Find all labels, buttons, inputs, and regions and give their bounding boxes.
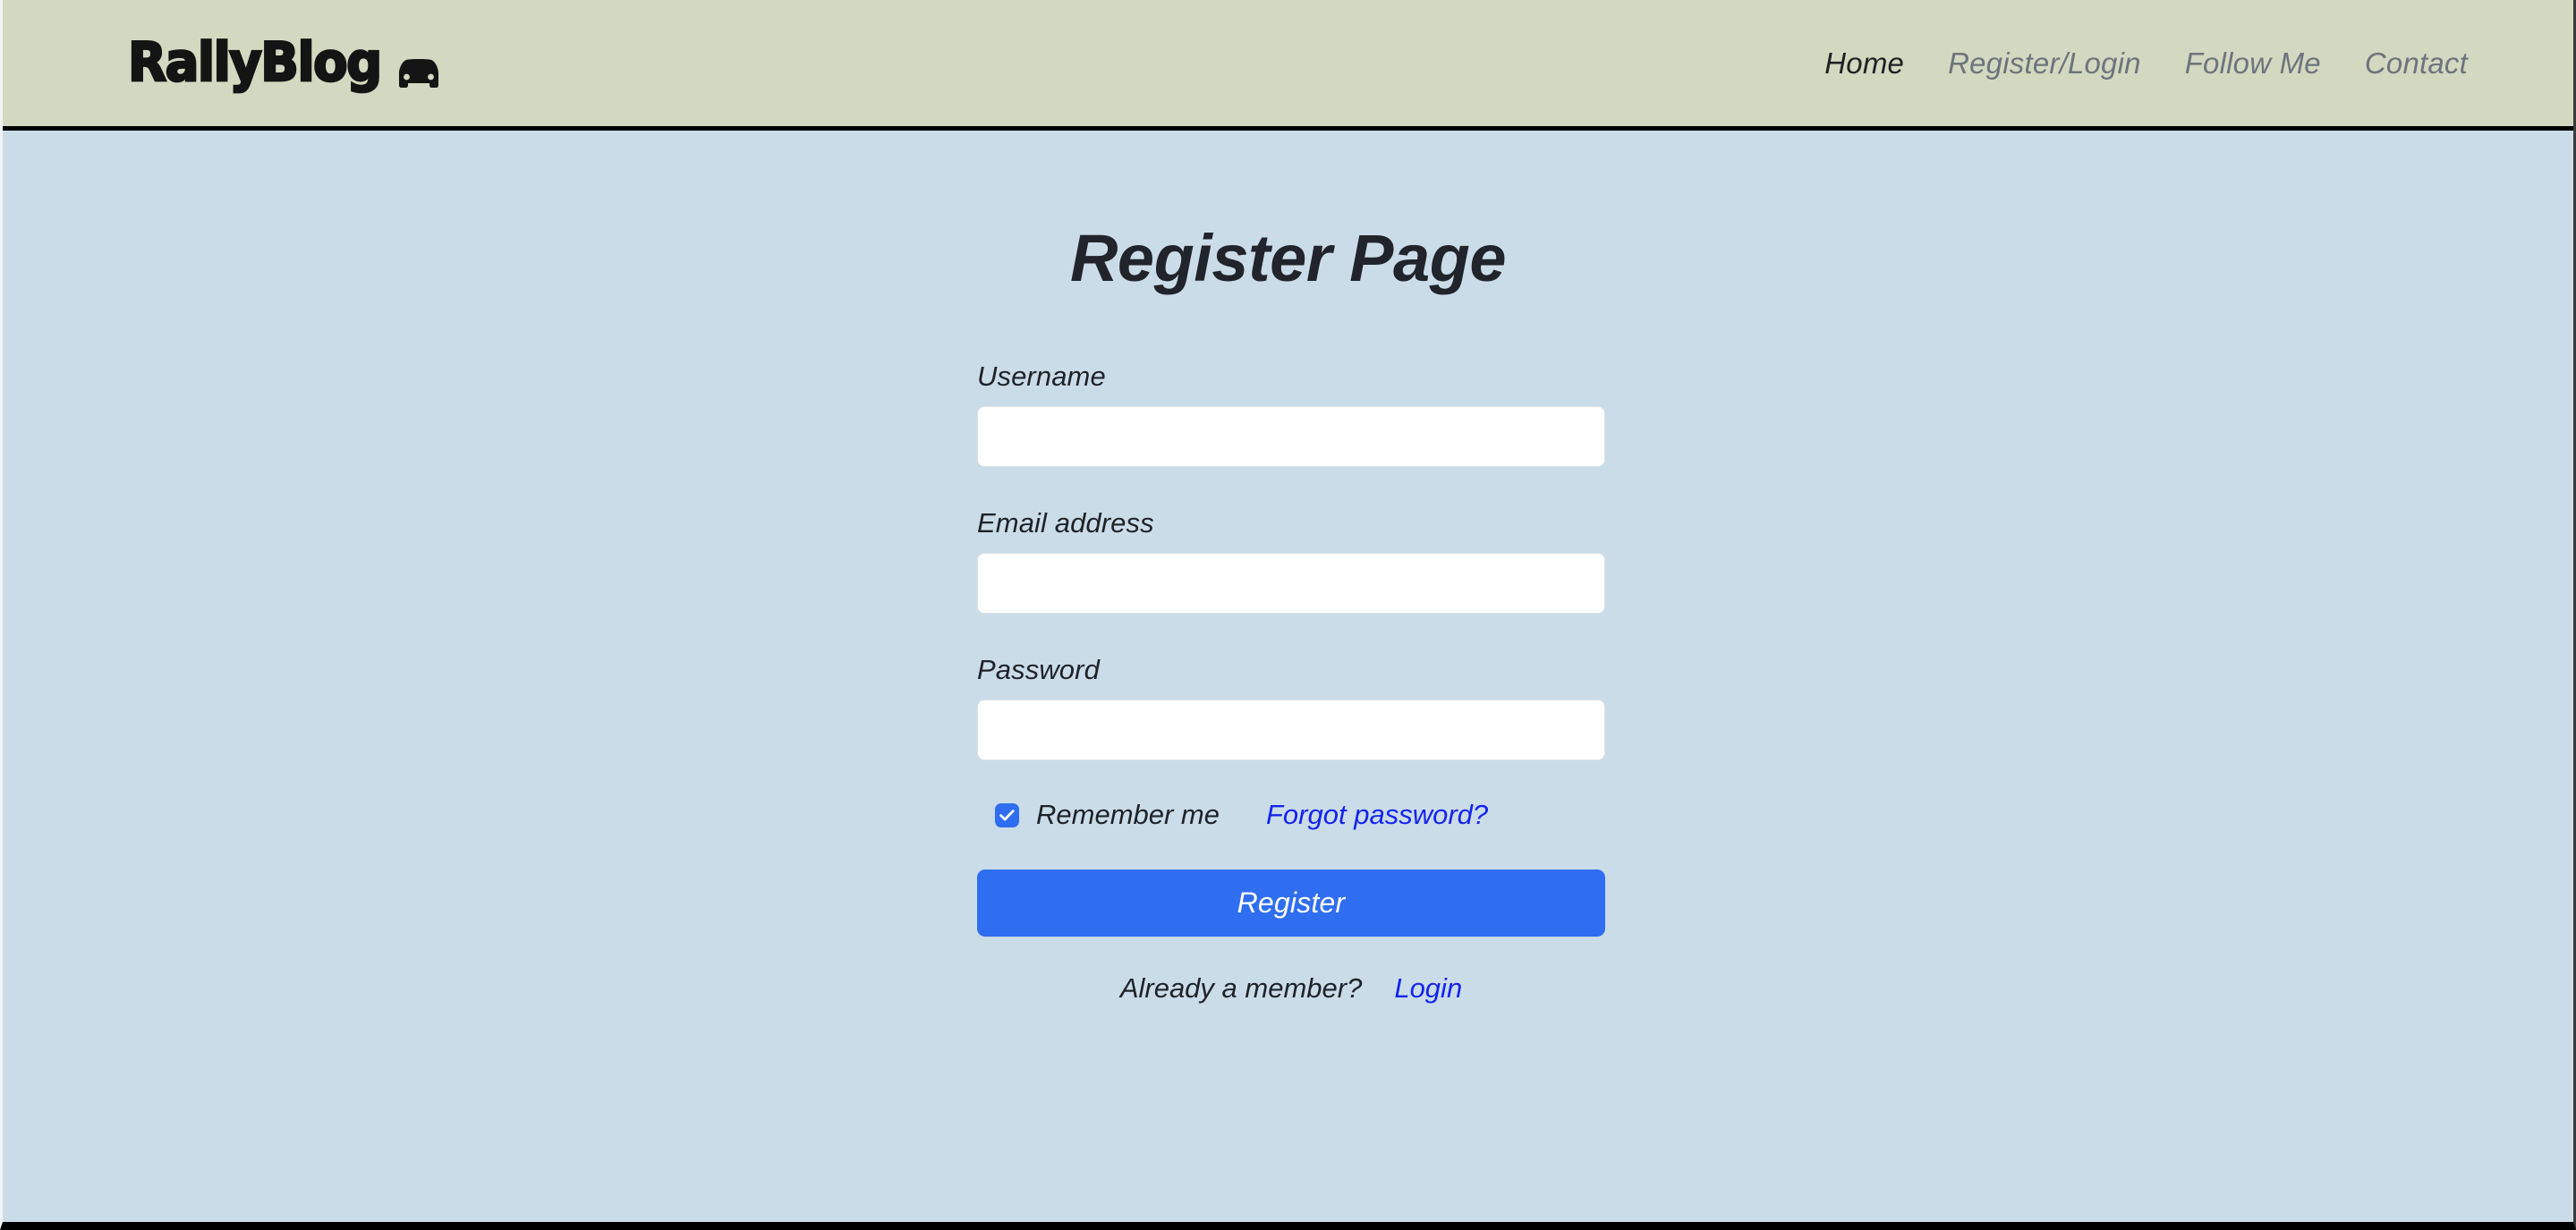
login-link[interactable]: Login: [1394, 972, 1462, 1005]
username-field-group: Username: [977, 361, 1605, 467]
check-icon: [999, 809, 1015, 820]
page-root: RallyBlog Home Register/Login Follow Me …: [0, 0, 2576, 1230]
already-member-row: Already a member? Login: [977, 972, 1605, 1005]
main-navigation: Home Register/Login Follow Me Contact: [1824, 47, 2468, 81]
username-input[interactable]: [977, 406, 1605, 467]
already-member-text: Already a member?: [1119, 972, 1363, 1004]
email-label: Email address: [977, 507, 1154, 539]
brand-logo[interactable]: RallyBlog: [127, 31, 438, 94]
email-input[interactable]: [977, 553, 1605, 614]
register-form: Username Email address Password Remember…: [977, 361, 1605, 1005]
nav-item-home[interactable]: Home: [1824, 47, 1904, 81]
remember-me-checkbox[interactable]: [995, 802, 1019, 827]
form-options-row: Remember me Forgot password?: [977, 799, 1605, 831]
page-title: Register Page: [1069, 221, 1507, 295]
brand-name: RallyBlog: [127, 31, 384, 94]
password-input[interactable]: [977, 700, 1605, 760]
password-label: Password: [977, 654, 1100, 685]
email-field-group: Email address: [977, 507, 1605, 614]
forgot-password-link[interactable]: Forgot password?: [1266, 799, 1488, 831]
password-field-group: Password: [977, 654, 1605, 760]
nav-item-register-login[interactable]: Register/Login: [1948, 47, 2141, 81]
remember-me-label: Remember me: [1036, 799, 1220, 830]
nav-item-contact[interactable]: Contact: [2365, 47, 2468, 81]
site-header: RallyBlog Home Register/Login Follow Me …: [3, 0, 2573, 131]
main-content: Register Page Username Email address Pas…: [3, 131, 2573, 1222]
nav-item-follow-me[interactable]: Follow Me: [2185, 47, 2321, 81]
username-label: Username: [977, 361, 1106, 392]
register-button[interactable]: Register: [977, 869, 1605, 937]
car-icon: [388, 49, 438, 88]
